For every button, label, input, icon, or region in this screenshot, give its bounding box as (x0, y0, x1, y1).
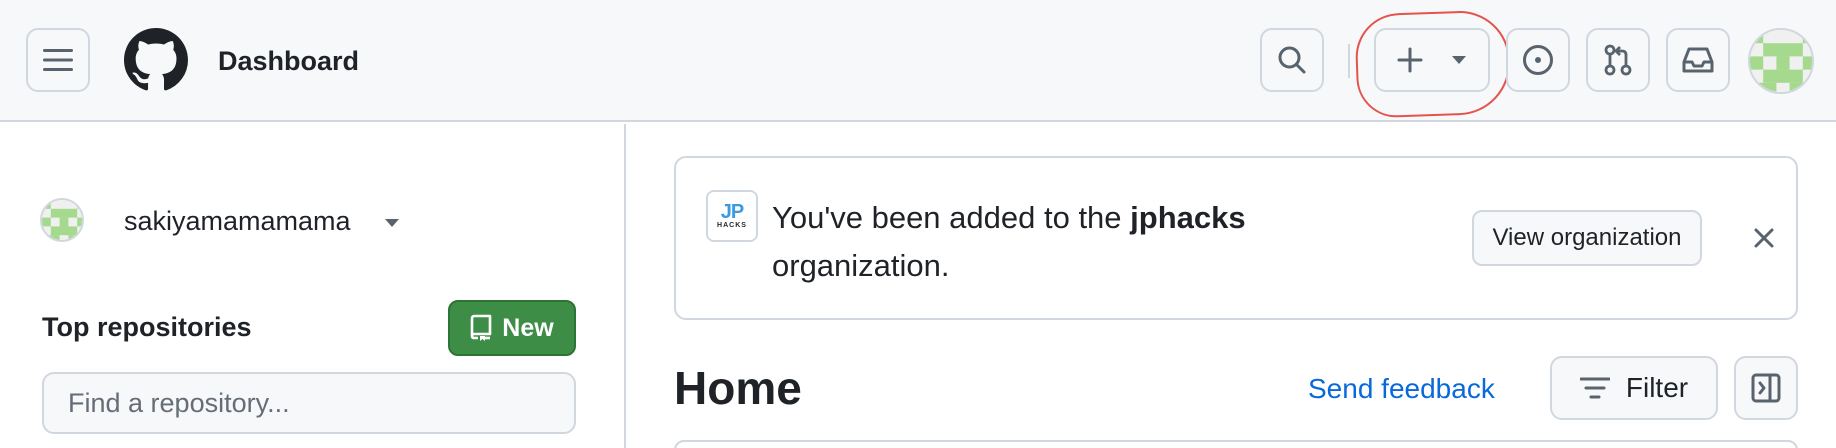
sidebar-expand-icon (1751, 373, 1781, 403)
search-icon (1278, 46, 1306, 74)
github-logo-link[interactable] (124, 28, 188, 92)
filter-button-label: Filter (1625, 372, 1689, 403)
header-divider (1348, 44, 1350, 78)
jphacks-org-logo: JP HACKS (706, 190, 758, 242)
github-logo-icon (124, 28, 188, 91)
top-header: Dashboard (0, 0, 1836, 122)
page-title: Dashboard (218, 46, 360, 76)
banner-message-suffix: organization. (772, 248, 950, 283)
close-icon (1754, 228, 1774, 248)
issues-button[interactable] (1506, 28, 1570, 92)
new-button-label: New (502, 313, 554, 342)
identicon-avatar-icon (1750, 30, 1812, 92)
triangle-down-icon[interactable] (384, 218, 400, 228)
org-logo-main-text: JP (720, 201, 744, 223)
git-pull-request-icon (1604, 44, 1632, 76)
toggle-sidebar-button[interactable] (1734, 356, 1798, 420)
hamburger-icon (43, 49, 73, 71)
pull-requests-button[interactable] (1586, 28, 1650, 92)
banner-message-prefix: You've been added to the (772, 200, 1131, 235)
search-button[interactable] (1260, 28, 1324, 92)
menu-button[interactable] (26, 28, 90, 92)
find-repository-input[interactable] (42, 372, 576, 434)
issue-opened-icon (1523, 45, 1553, 75)
user-avatar-button[interactable] (1748, 28, 1814, 94)
org-logo-sub-text: HACKS (717, 222, 747, 229)
top-repositories-heading: Top repositories (42, 312, 252, 342)
new-repository-button[interactable]: New (448, 300, 576, 356)
view-organization-button[interactable]: View organization (1472, 210, 1702, 266)
red-annotation-circle (1354, 9, 1512, 119)
identicon-avatar-icon (42, 200, 82, 240)
inbox-button[interactable] (1666, 28, 1730, 92)
banner-org-name: jphacks (1130, 200, 1246, 235)
feed-card (674, 440, 1798, 448)
banner-message: You've been added to the jphacks organiza… (772, 194, 1332, 290)
send-feedback-link[interactable]: Send feedback (1308, 372, 1495, 406)
left-sidebar: sakiyamamamama Top repositories New (0, 124, 626, 448)
organization-invite-banner: JP HACKS You've been added to the jphack… (674, 156, 1798, 320)
dismiss-banner-button[interactable] (1750, 224, 1778, 252)
home-heading: Home (674, 362, 802, 414)
context-avatar[interactable] (40, 198, 84, 242)
inbox-icon (1682, 47, 1714, 73)
filter-button[interactable]: Filter (1550, 356, 1718, 420)
repo-icon (470, 314, 492, 341)
context-switcher-username[interactable]: sakiyamamamama (124, 204, 351, 238)
filter-icon (1579, 377, 1610, 399)
